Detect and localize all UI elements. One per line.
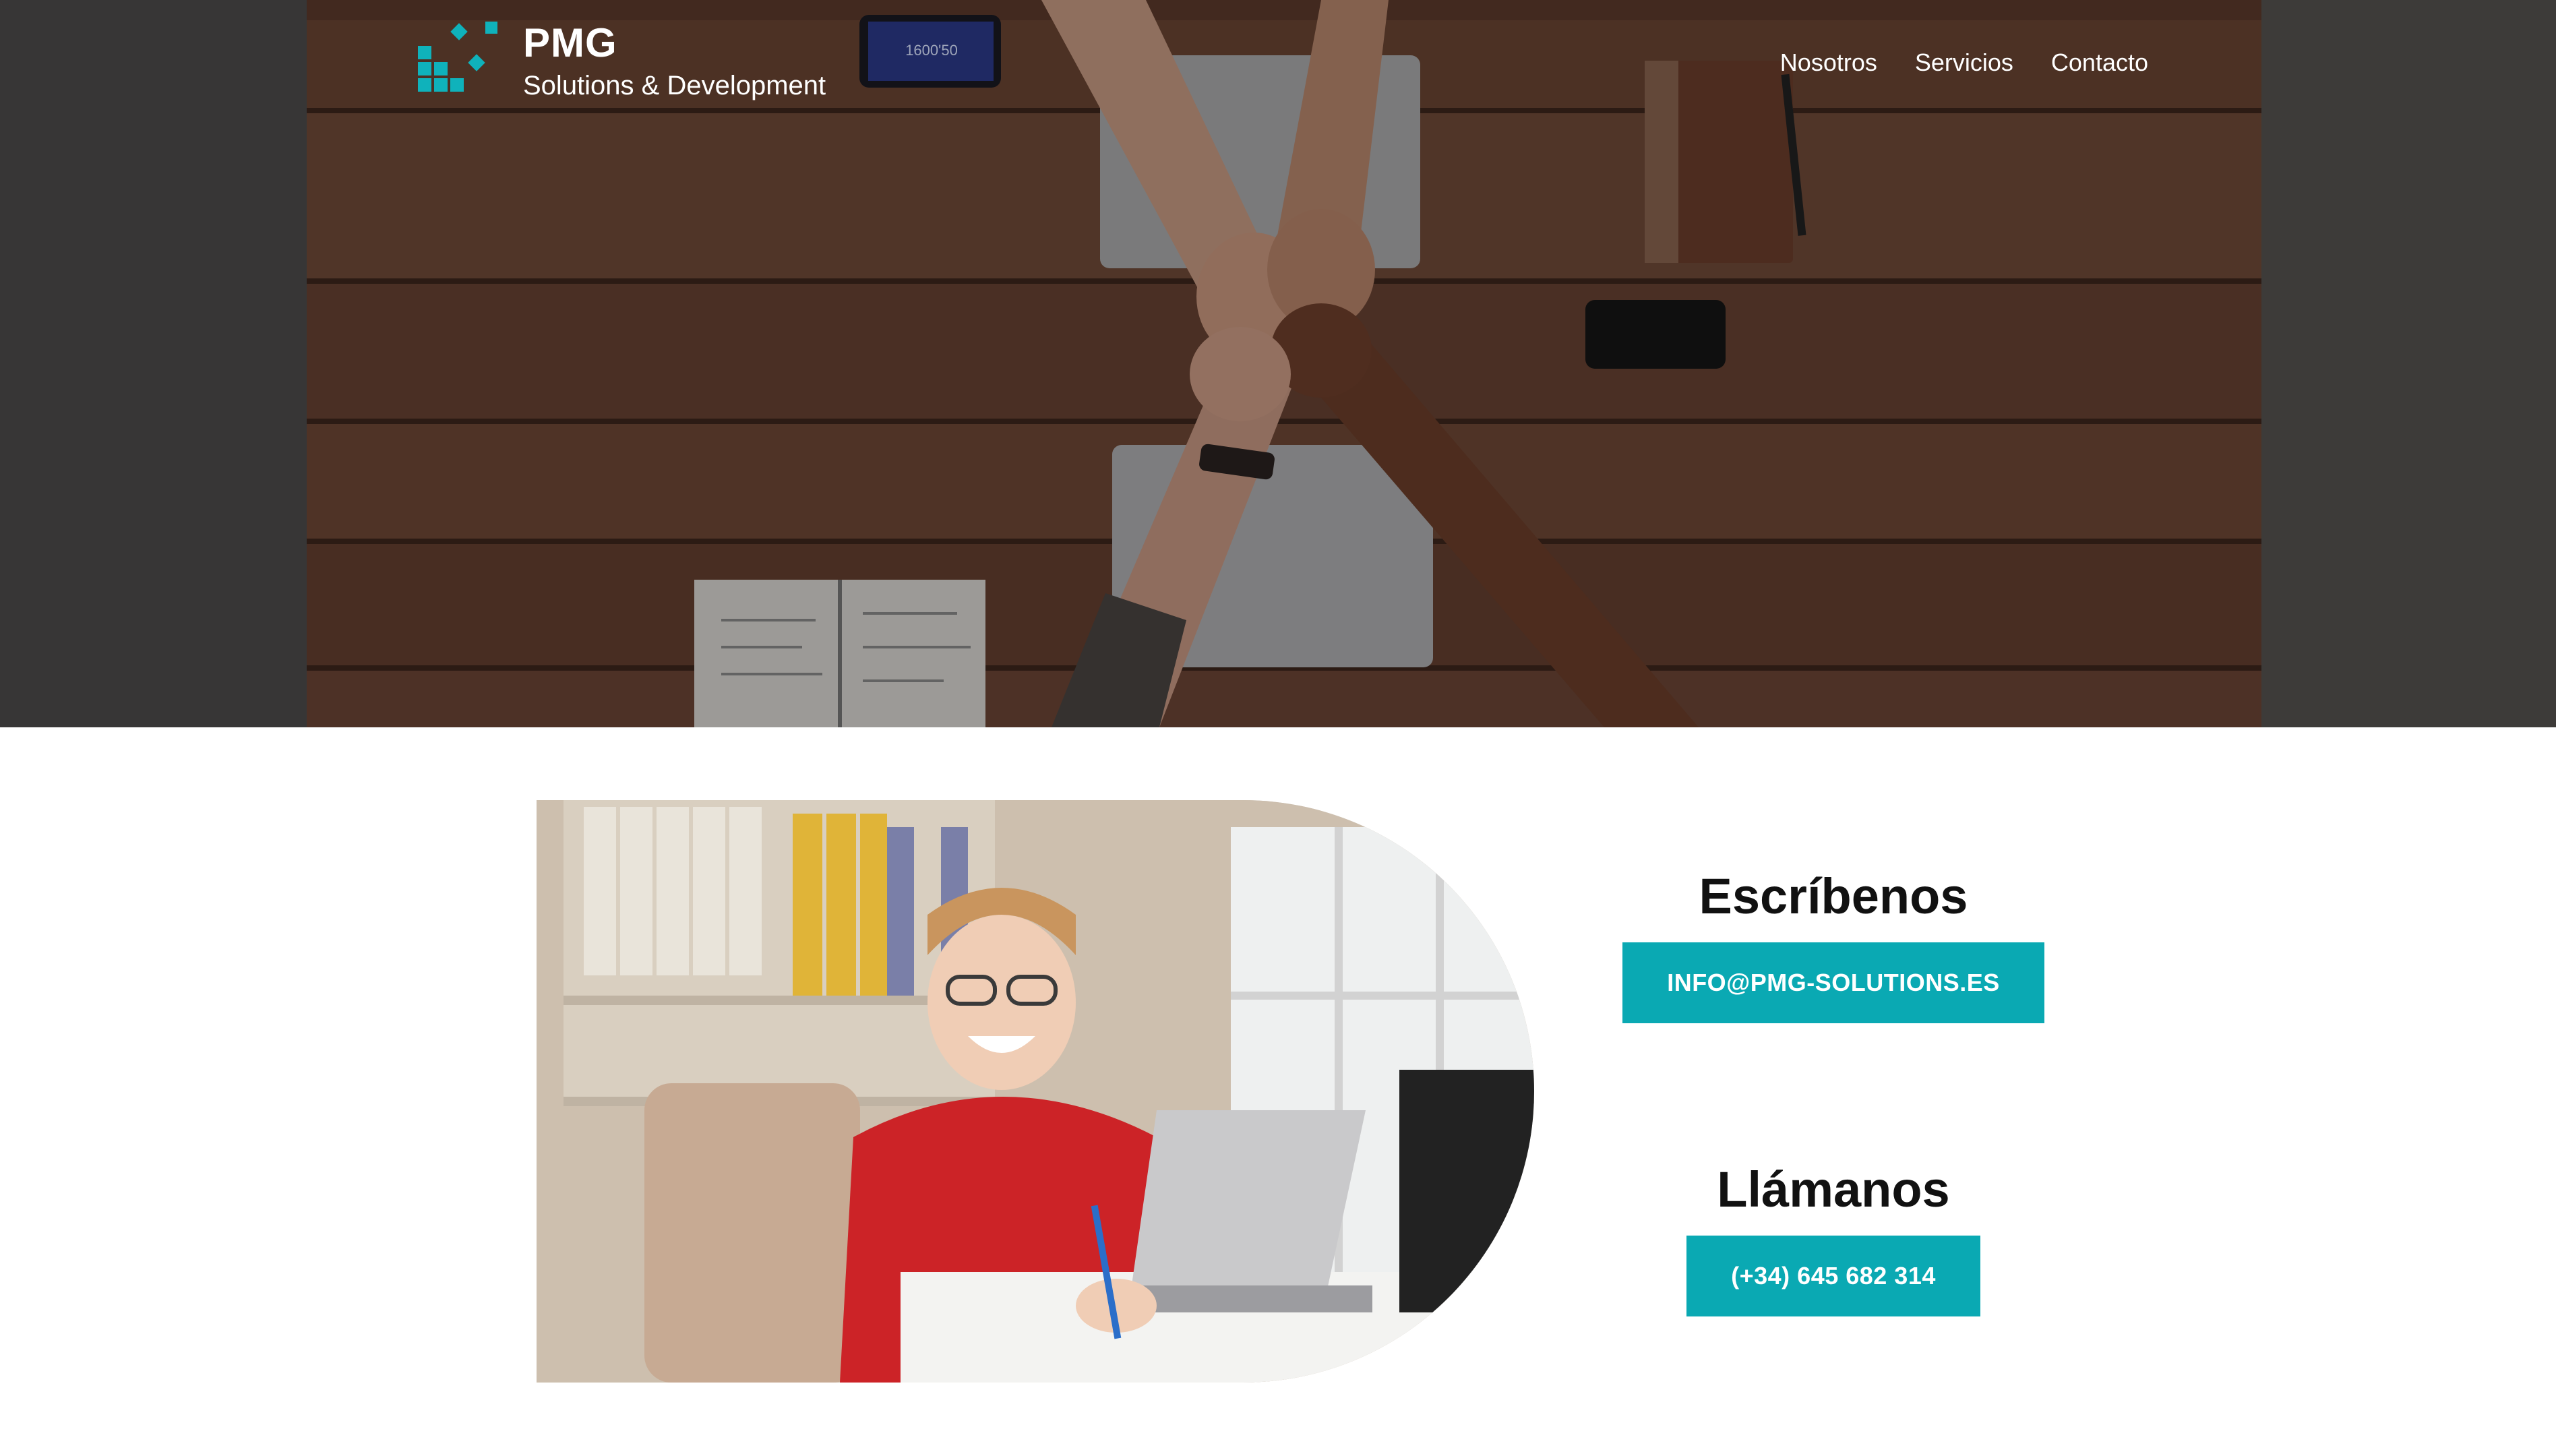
phone-contact-block: Llámanos (+34) 645 682 314 <box>1604 1156 2063 1316</box>
brand-name: PMG <box>523 20 617 65</box>
hero-overlay <box>0 0 2556 727</box>
nav-item-contacto[interactable]: Contacto <box>2051 44 2148 81</box>
nav-item-nosotros[interactable]: Nosotros <box>1780 44 1877 81</box>
pixel-blocks-logo-icon <box>418 22 497 92</box>
brand-home-link[interactable]: PMG Solutions & Development <box>418 19 826 113</box>
nav-item-servicios[interactable]: Servicios <box>1915 44 2013 81</box>
email-contact-block: Escríbenos INFO@PMG-SOLUTIONS.ES <box>1604 863 2063 1023</box>
email-heading: Escríbenos <box>1699 868 1968 924</box>
smiling-woman-photo <box>537 800 1534 1383</box>
phone-heading: Llámanos <box>1717 1161 1950 1217</box>
brand-tagline: Solutions & Development <box>523 71 826 100</box>
contact-photo <box>537 800 1534 1383</box>
main-nav: Nosotros Servicios Contacto <box>1780 44 2148 81</box>
email-button[interactable]: INFO@PMG-SOLUTIONS.ES <box>1622 942 2044 1023</box>
phone-button[interactable]: (+34) 645 682 314 <box>1686 1236 1980 1316</box>
hero-banner: 1600'50 PMG Solutions & Development Noso… <box>0 0 2556 727</box>
